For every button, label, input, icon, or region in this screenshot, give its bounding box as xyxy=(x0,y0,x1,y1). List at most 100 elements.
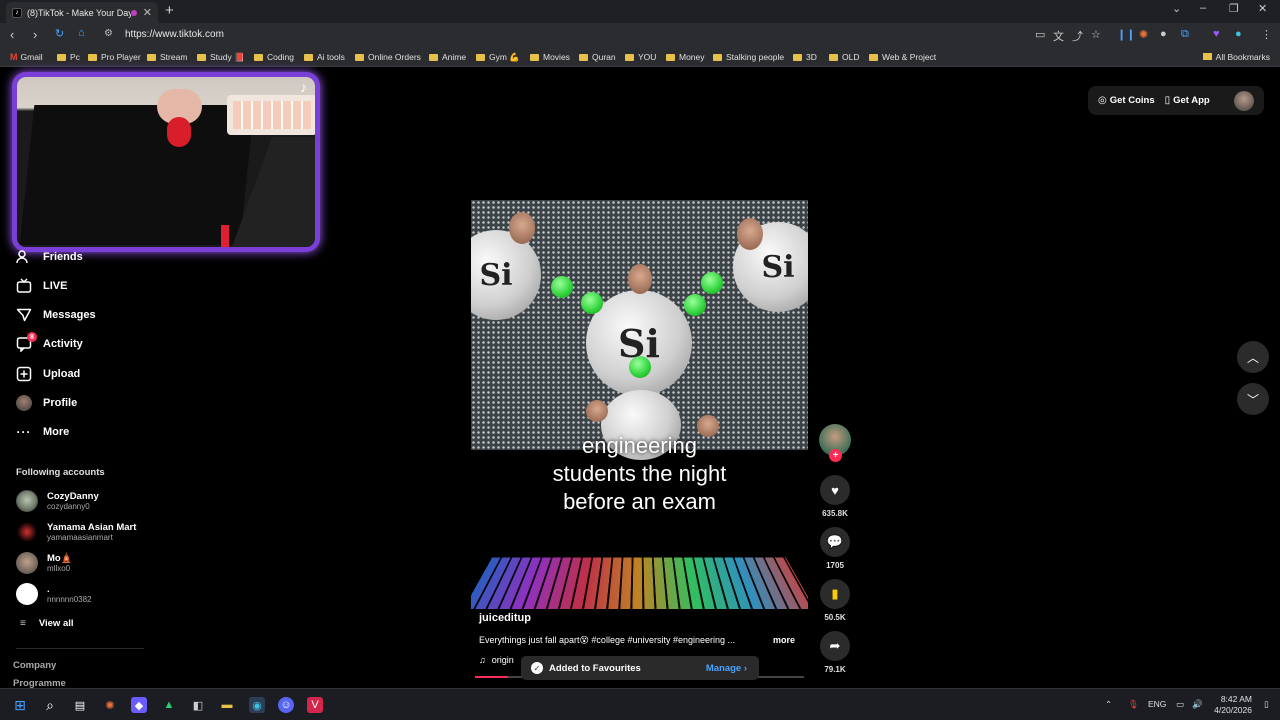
bookmark-folder[interactable]: OLD xyxy=(829,52,859,62)
follow-plus-icon[interactable]: + xyxy=(829,449,842,462)
bookmark-folder[interactable]: Gym 💪 xyxy=(476,52,520,63)
extension-icon[interactable]: ● xyxy=(1160,28,1167,40)
music-label[interactable]: ♫ origin xyxy=(479,655,514,665)
bookmark-folder[interactable]: Anime xyxy=(429,52,466,62)
search-icon[interactable]: ⌕ xyxy=(42,697,58,713)
bookmark-folder[interactable]: Coding xyxy=(254,52,294,62)
site-info-icon[interactable]: ⚙ xyxy=(104,28,113,39)
bookmark-folder[interactable]: Stalking people xyxy=(713,52,784,62)
browser-icon[interactable]: ◉ xyxy=(249,697,265,713)
file-explorer-icon[interactable]: ▬ xyxy=(219,697,235,713)
bookmark-folder[interactable]: 3D xyxy=(793,52,817,62)
discord-icon[interactable]: ☺ xyxy=(278,697,294,713)
nav-label: LIVE xyxy=(43,280,67,292)
url-field[interactable]: https://www.tiktok.com xyxy=(125,29,224,40)
app-icon[interactable]: ◆ xyxy=(131,697,147,713)
notification-icon[interactable]: ▯ xyxy=(1264,699,1269,710)
like-action[interactable]: ♥ 635.8K xyxy=(820,475,850,518)
bookmark-gmail[interactable]: M Gmail xyxy=(10,52,43,62)
share-arrow-icon[interactable]: ➦ xyxy=(820,631,850,661)
app-icon[interactable]: ◧ xyxy=(190,697,206,713)
nav-friends[interactable]: Friends xyxy=(16,249,83,265)
minimize-button[interactable]: – xyxy=(1200,2,1206,14)
manage-button[interactable]: Manage › xyxy=(706,663,747,674)
app-icon[interactable]: ▲ xyxy=(161,697,177,713)
translate-icon[interactable]: 文 xyxy=(1053,28,1064,44)
tab-search-icon[interactable]: ⌄ xyxy=(1172,2,1181,15)
bookmark-folder[interactable]: YOU xyxy=(625,52,656,62)
bookmark-folder[interactable]: Pro Player xyxy=(88,52,141,62)
heart-icon[interactable]: ♥ xyxy=(820,475,850,505)
nav-more[interactable]: ··· More xyxy=(16,424,69,440)
bookmark-folder[interactable]: Money xyxy=(666,52,705,62)
forward-button[interactable]: › xyxy=(33,27,37,42)
bookmark-folder[interactable]: Ai tools xyxy=(304,52,345,62)
nav-upload[interactable]: Upload xyxy=(16,366,80,382)
more-button[interactable]: more xyxy=(769,635,795,645)
bookmark-folder[interactable]: Quran xyxy=(579,52,616,62)
extension-icon[interactable]: ❙❙ xyxy=(1117,28,1135,41)
bookmark-folder[interactable]: Pc xyxy=(57,52,80,62)
bookmark-folder[interactable]: Online Orders xyxy=(355,52,421,62)
volume-icon[interactable]: 🔊 xyxy=(1192,699,1203,710)
profile-avatar[interactable]: ● xyxy=(1235,28,1242,40)
microphone-icon[interactable]: 🎙 xyxy=(1128,699,1139,710)
browser-tab[interactable]: ♪ (8)TikTok - Make Your Day ✕ xyxy=(6,2,158,23)
account-item[interactable]: CozyDanny cozydanny0 xyxy=(16,490,99,512)
share-action[interactable]: ➦ 79.1K xyxy=(820,631,850,674)
save-action[interactable]: ▮ 50.5K xyxy=(820,579,850,622)
nav-profile[interactable]: Profile xyxy=(16,395,77,411)
comment-count: 1705 xyxy=(826,561,844,570)
get-app-button[interactable]: ▯ Get App xyxy=(1165,95,1210,106)
view-all-button[interactable]: ≡ View all xyxy=(20,618,74,629)
new-tab-button[interactable]: + xyxy=(165,2,174,19)
reload-icon[interactable]: ↻ xyxy=(55,27,64,40)
comment-action[interactable]: 💬 1705 xyxy=(820,527,850,570)
back-button[interactable]: ‹ xyxy=(10,27,14,42)
get-coins-button[interactable]: ◎ Get Coins xyxy=(1098,95,1155,106)
video-author[interactable]: juiceditup xyxy=(479,612,531,624)
close-window-button[interactable]: ✕ xyxy=(1258,2,1267,15)
system-clock[interactable]: 8:42 AM 4/20/2026 xyxy=(1210,694,1252,716)
account-item[interactable]: Mo🛕 mllxo0 xyxy=(16,552,73,574)
nav-label: Friends xyxy=(43,251,83,263)
bookmark-folder[interactable]: Study 📕 xyxy=(197,52,245,63)
network-icon[interactable]: ▭ xyxy=(1176,699,1184,710)
video-player[interactable]: Si Si Si engineering students the night … xyxy=(471,192,808,678)
app-icon[interactable]: ✺ xyxy=(102,697,118,713)
extension-icon[interactable]: ✺ xyxy=(1139,28,1148,41)
install-icon[interactable]: ▭ xyxy=(1035,28,1045,41)
nav-messages[interactable]: Messages xyxy=(16,307,96,323)
like-count: 635.8K xyxy=(822,509,848,518)
extensions-puzzle-icon[interactable]: ⧉ xyxy=(1181,28,1189,41)
following-accounts-title: Following accounts xyxy=(16,467,105,478)
language-indicator[interactable]: ENG xyxy=(1148,699,1166,709)
home-icon[interactable]: ⌂ xyxy=(78,27,85,39)
previous-video-button[interactable]: ︿ xyxy=(1237,341,1269,373)
clipboard-icon[interactable]: ▤ xyxy=(72,697,88,713)
bookmark-folder[interactable]: Stream xyxy=(147,52,187,62)
nav-activity[interactable]: 8 Activity xyxy=(16,336,83,352)
account-item[interactable]: Yamama Asian Mart yamamaasianmart xyxy=(16,521,136,543)
comment-icon[interactable]: 💬 xyxy=(820,527,850,557)
nav-live[interactable]: LIVE xyxy=(16,278,67,294)
nav-label: Profile xyxy=(43,397,77,409)
next-video-button[interactable]: ﹀ xyxy=(1237,383,1269,415)
extension-icon[interactable]: ♥ xyxy=(1213,28,1220,40)
user-avatar[interactable] xyxy=(1234,91,1254,111)
bookmark-star-icon[interactable]: ☆ xyxy=(1091,28,1101,41)
footer-link-company[interactable]: Company xyxy=(13,660,56,671)
share-icon[interactable]: ⤴ xyxy=(1072,28,1083,44)
close-tab-icon[interactable]: ✕ xyxy=(143,6,152,19)
app-icon[interactable]: V xyxy=(307,697,323,713)
tray-chevron-icon[interactable]: ⌃ xyxy=(1105,699,1112,710)
account-item[interactable]: . nnnnnn0382 xyxy=(16,583,92,605)
menu-icon[interactable]: ⋮ xyxy=(1261,28,1272,41)
windows-start-icon[interactable]: ⊞ xyxy=(12,697,28,713)
all-bookmarks-folder[interactable]: All Bookmarks xyxy=(1203,52,1270,62)
divider xyxy=(16,648,144,649)
bookmark-icon[interactable]: ▮ xyxy=(820,579,850,609)
maximize-button[interactable]: ❐ xyxy=(1229,2,1239,15)
bookmark-folder[interactable]: Movies xyxy=(530,52,570,62)
bookmark-folder[interactable]: Web & Project xyxy=(869,52,936,62)
